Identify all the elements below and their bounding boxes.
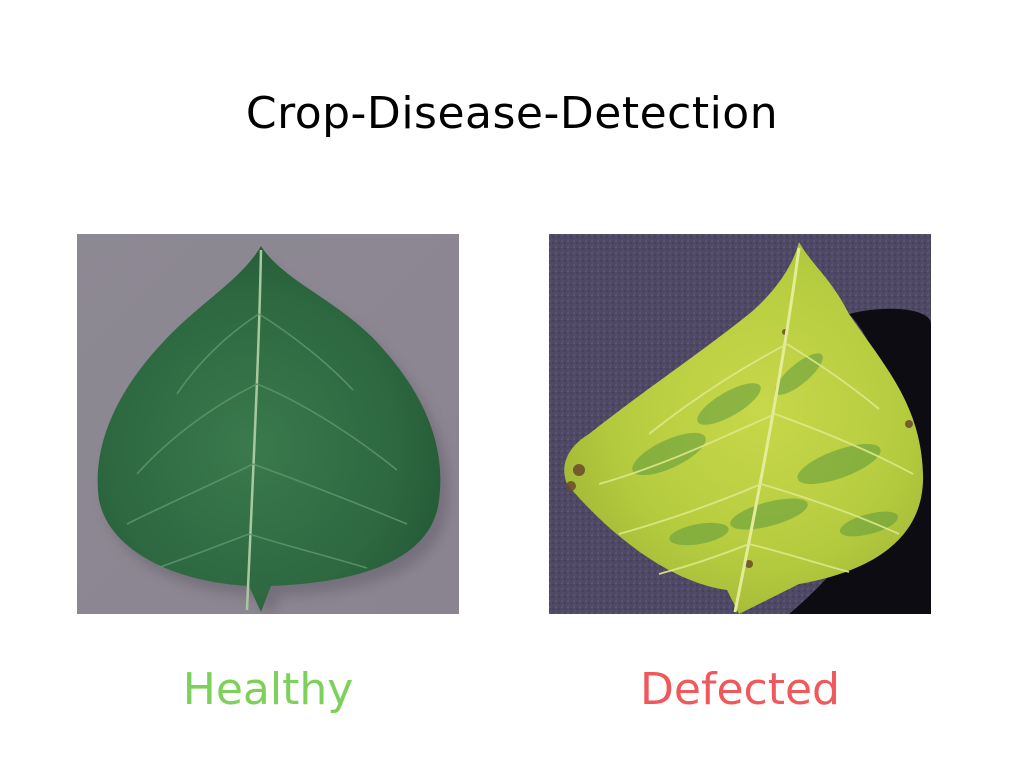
healthy-label: Healthy xyxy=(182,664,354,715)
healthy-leaf-photo xyxy=(77,234,459,614)
slide-title: Crop-Disease-Detection xyxy=(245,88,779,139)
defected-label: Defected xyxy=(640,664,840,715)
slide: Crop-Disease-Detection Healthy Defected xyxy=(0,0,1024,768)
defected-leaf-image xyxy=(549,234,931,614)
healthy-leaf-image xyxy=(77,234,459,614)
defected-leaf-photo xyxy=(549,234,931,614)
